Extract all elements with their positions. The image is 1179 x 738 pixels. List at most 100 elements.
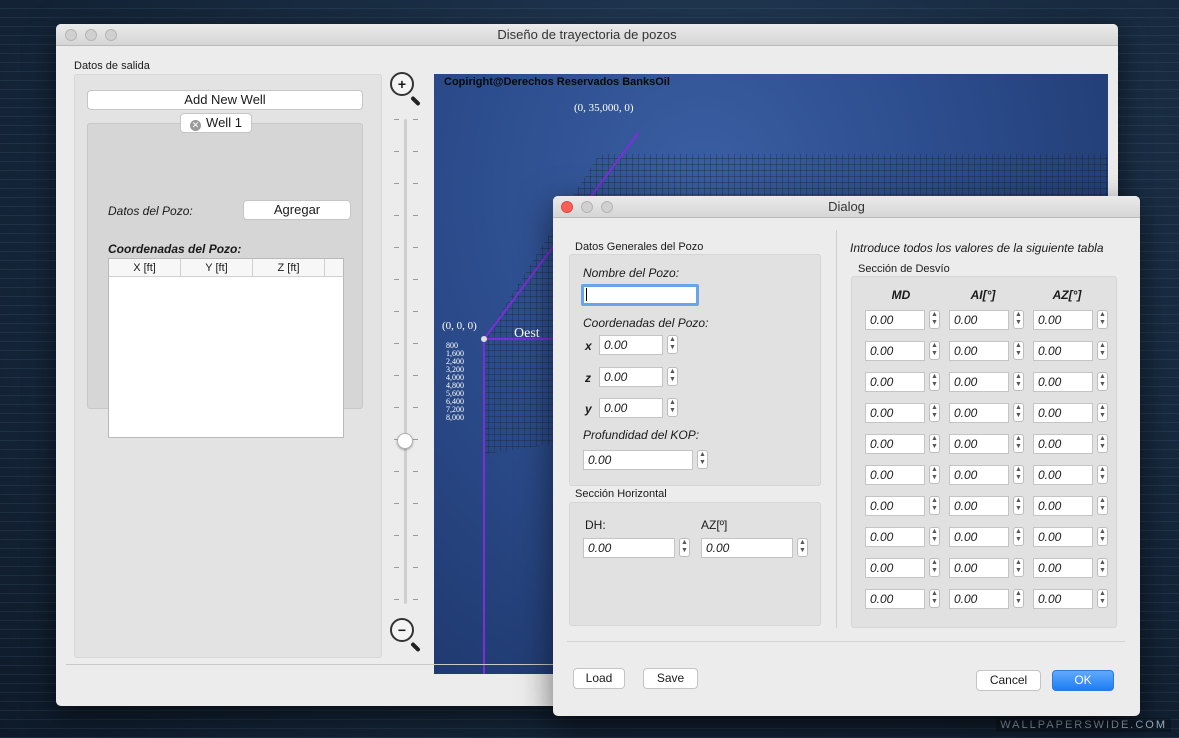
tab-well-1[interactable]: ✕ Well 1 xyxy=(180,113,252,133)
desvio-cell-stepper[interactable]: ▲ ▼ xyxy=(1097,372,1108,391)
zoom-slider[interactable] xyxy=(404,119,407,604)
desvio-cell-input[interactable]: 0.00 xyxy=(949,496,1009,516)
desvio-cell-input[interactable]: 0.00 xyxy=(865,465,925,485)
desvio-cell-input[interactable]: 0.00 xyxy=(865,527,925,547)
desvio-cell-input[interactable]: 0.00 xyxy=(1033,589,1093,609)
desvio-cell-stepper[interactable]: ▲ ▼ xyxy=(1013,558,1024,577)
y-input[interactable]: 0.00 xyxy=(599,398,663,418)
load-button[interactable]: Load xyxy=(573,668,625,689)
desvio-cell-input[interactable]: 0.00 xyxy=(865,496,925,516)
desvio-cell-input[interactable]: 0.00 xyxy=(865,558,925,578)
desvio-cell-input[interactable]: 0.00 xyxy=(865,372,925,392)
kop-stepper[interactable]: ▲ ▼ xyxy=(697,450,708,469)
zoom-in-button[interactable]: + xyxy=(390,72,414,96)
desvio-cell-stepper[interactable]: ▲ ▼ xyxy=(929,341,940,360)
desvio-cell-stepper[interactable]: ▲ ▼ xyxy=(929,310,940,329)
desvio-cell-input[interactable]: 0.00 xyxy=(1033,496,1093,516)
close-window-button[interactable] xyxy=(65,29,77,41)
x-input[interactable]: 0.00 xyxy=(599,335,663,355)
desvio-cell-input[interactable]: 0.00 xyxy=(865,434,925,454)
kop-input[interactable]: 0.00 xyxy=(583,450,693,470)
main-titlebar[interactable]: Diseño de trayectoria de pozos xyxy=(56,24,1118,46)
dialog-titlebar[interactable]: Dialog xyxy=(553,196,1140,218)
dh-input[interactable]: 0.00 xyxy=(583,538,675,558)
desvio-cell-stepper[interactable]: ▲ ▼ xyxy=(1097,527,1108,546)
agregar-button[interactable]: Agregar xyxy=(243,200,351,220)
desvio-cell-stepper[interactable]: ▲ ▼ xyxy=(929,589,940,608)
col-x[interactable]: X [ft] xyxy=(109,259,181,276)
zoom-out-icon: − xyxy=(397,622,407,638)
zoom-out-button[interactable]: − xyxy=(390,618,414,642)
desvio-cell-stepper[interactable]: ▲ ▼ xyxy=(1013,310,1024,329)
table-instruction: Introduce todos los valores de la siguie… xyxy=(850,241,1104,255)
desvio-cell-input[interactable]: 0.00 xyxy=(949,341,1009,361)
desvio-cell-stepper[interactable]: ▲ ▼ xyxy=(1097,403,1108,422)
cancel-button[interactable]: Cancel xyxy=(976,670,1041,691)
desvio-cell-stepper[interactable]: ▲ ▼ xyxy=(1097,558,1108,577)
minimize-window-button[interactable] xyxy=(85,29,97,41)
desvio-cell-input[interactable]: 0.00 xyxy=(949,589,1009,609)
desvio-cell-input[interactable]: 0.00 xyxy=(865,589,925,609)
desvio-cell-input[interactable]: 0.00 xyxy=(865,310,925,330)
dialog-minimize-button[interactable] xyxy=(581,201,593,213)
desvio-cell-stepper[interactable]: ▲ ▼ xyxy=(1097,434,1108,453)
desvio-cell-input[interactable]: 0.00 xyxy=(1033,310,1093,330)
desvio-cell-input[interactable]: 0.00 xyxy=(1033,372,1093,392)
desvio-cell-input[interactable]: 0.00 xyxy=(949,310,1009,330)
zoom-window-button[interactable] xyxy=(105,29,117,41)
desvio-cell-stepper[interactable]: ▲ ▼ xyxy=(1013,465,1024,484)
desvio-cell-stepper[interactable]: ▲ ▼ xyxy=(1097,496,1108,515)
desvio-cell-stepper[interactable]: ▲ ▼ xyxy=(929,558,940,577)
desvio-cell-stepper[interactable]: ▲ ▼ xyxy=(1097,310,1108,329)
dh-stepper[interactable]: ▲ ▼ xyxy=(679,538,690,557)
desvio-cell-stepper[interactable]: ▲ ▼ xyxy=(1097,341,1108,360)
desvio-cell-input[interactable]: 0.00 xyxy=(949,527,1009,547)
desvio-cell-input[interactable]: 0.00 xyxy=(865,341,925,361)
desvio-cell-input[interactable]: 0.00 xyxy=(1033,527,1093,547)
desvio-cell-input[interactable]: 0.00 xyxy=(949,434,1009,454)
z-input[interactable]: 0.00 xyxy=(599,367,663,387)
desvio-cell-input[interactable]: 0.00 xyxy=(1033,558,1093,578)
desvio-cell-input[interactable]: 0.00 xyxy=(949,372,1009,392)
save-button[interactable]: Save xyxy=(643,668,698,689)
desvio-cell-stepper[interactable]: ▲ ▼ xyxy=(929,527,940,546)
desvio-cell-stepper[interactable]: ▲ ▼ xyxy=(929,465,940,484)
dialog-zoom-button[interactable] xyxy=(601,201,613,213)
desvio-cell-input[interactable]: 0.00 xyxy=(1033,465,1093,485)
desvio-cell-stepper[interactable]: ▲ ▼ xyxy=(1013,496,1024,515)
desvio-cell-input[interactable]: 0.00 xyxy=(865,403,925,423)
desvio-cell-input[interactable]: 0.00 xyxy=(949,558,1009,578)
close-tab-icon[interactable]: ✕ xyxy=(190,120,202,131)
desvio-cell-stepper[interactable]: ▲ ▼ xyxy=(1013,341,1024,360)
ok-button[interactable]: OK xyxy=(1052,670,1114,691)
z-stepper[interactable]: ▲ ▼ xyxy=(667,367,678,386)
az-input[interactable]: 0.00 xyxy=(701,538,793,558)
coords-table[interactable]: X [ft] Y [ft] Z [ft] xyxy=(108,258,344,438)
desvio-cell-input[interactable]: 0.00 xyxy=(1033,403,1093,423)
y-stepper[interactable]: ▲ ▼ xyxy=(667,398,678,417)
desvio-cell-stepper[interactable]: ▲ ▼ xyxy=(1013,434,1024,453)
general-section-label: Datos Generales del Pozo xyxy=(575,241,704,253)
desvio-cell-input[interactable]: 0.00 xyxy=(949,403,1009,423)
col-y[interactable]: Y [ft] xyxy=(181,259,253,276)
desvio-cell-stepper[interactable]: ▲ ▼ xyxy=(1013,527,1024,546)
desvio-cell-stepper[interactable]: ▲ ▼ xyxy=(1013,589,1024,608)
dialog-close-button[interactable] xyxy=(561,201,573,213)
desvio-cell-stepper[interactable]: ▲ ▼ xyxy=(1097,465,1108,484)
desvio-cell-input[interactable]: 0.00 xyxy=(1033,434,1093,454)
x-stepper[interactable]: ▲ ▼ xyxy=(667,335,678,354)
desvio-cell-stepper[interactable]: ▲ ▼ xyxy=(929,403,940,422)
desvio-cell-stepper[interactable]: ▲ ▼ xyxy=(1013,372,1024,391)
az-stepper[interactable]: ▲ ▼ xyxy=(797,538,808,557)
col-z[interactable]: Z [ft] xyxy=(253,259,325,276)
desvio-cell-stepper[interactable]: ▲ ▼ xyxy=(929,372,940,391)
desvio-cell-stepper[interactable]: ▲ ▼ xyxy=(1097,589,1108,608)
add-new-well-button[interactable]: Add New Well xyxy=(87,90,363,110)
desvio-cell-input[interactable]: 0.00 xyxy=(949,465,1009,485)
nombre-input[interactable] xyxy=(581,284,699,306)
desvio-cell-stepper[interactable]: ▲ ▼ xyxy=(929,496,940,515)
desvio-cell-stepper[interactable]: ▲ ▼ xyxy=(1013,403,1024,422)
zoom-slider-handle[interactable] xyxy=(397,433,413,449)
desvio-cell-stepper[interactable]: ▲ ▼ xyxy=(929,434,940,453)
desvio-cell-input[interactable]: 0.00 xyxy=(1033,341,1093,361)
